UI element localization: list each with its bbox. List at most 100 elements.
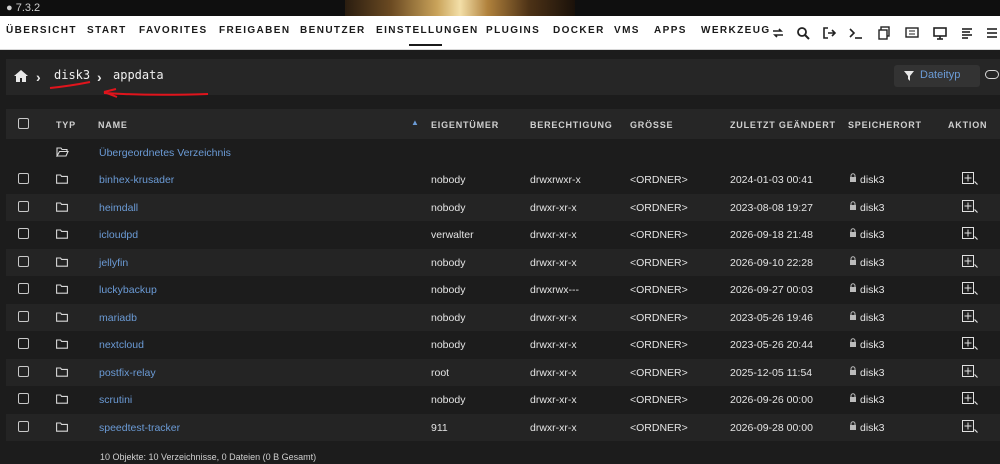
owner-cell: nobody bbox=[431, 174, 466, 186]
parent-directory-row[interactable]: Übergeordnetes Verzeichnis bbox=[6, 139, 1000, 166]
table-row[interactable]: jellyfin nobody drwxr-xr-x <ORDNER> 2026-09-… bbox=[6, 249, 1000, 276]
row-checkbox[interactable] bbox=[18, 201, 29, 212]
nav-item-start[interactable]: START bbox=[87, 25, 127, 36]
folder-icon bbox=[56, 422, 68, 432]
folder-name-link[interactable]: postfix-relay bbox=[99, 367, 156, 379]
log-icon[interactable] bbox=[959, 25, 975, 41]
nav-item-benutzer[interactable]: BENUTZER bbox=[300, 25, 366, 36]
col-owner[interactable]: EIGENTÜMER bbox=[431, 120, 499, 130]
folder-name-link[interactable]: icloudpd bbox=[99, 229, 138, 241]
col-location[interactable]: SPEICHERORT bbox=[848, 120, 922, 130]
folder-name-link[interactable]: binhex-krusader bbox=[99, 174, 174, 186]
action-menu-icon[interactable] bbox=[962, 282, 978, 296]
col-name[interactable]: NAME bbox=[98, 120, 128, 130]
table-row[interactable]: nextcloud nobody drwxr-xr-x <ORDNER> 2023-05… bbox=[6, 331, 1000, 358]
logout-icon[interactable] bbox=[821, 25, 837, 41]
breadcrumb-item-appdata[interactable]: appdata bbox=[113, 68, 164, 82]
folder-name-link[interactable]: mariadb bbox=[99, 312, 137, 324]
location-cell: disk3 bbox=[860, 229, 885, 241]
copy-icon[interactable] bbox=[876, 25, 892, 41]
nav-item-werkzeug[interactable]: WERKZEUG bbox=[701, 25, 771, 36]
action-menu-icon[interactable] bbox=[962, 337, 978, 351]
action-menu-icon[interactable] bbox=[962, 310, 978, 324]
sort-asc-icon[interactable]: ▲ bbox=[411, 118, 420, 127]
folder-name-link[interactable]: scrutini bbox=[99, 394, 132, 406]
terminal-icon[interactable] bbox=[848, 25, 864, 41]
table-row[interactable]: binhex-krusader nobody drwxrwxr-x <ORDNER> 2… bbox=[6, 166, 1000, 193]
folder-name-link[interactable]: speedtest-tracker bbox=[99, 422, 180, 434]
more-icon[interactable] bbox=[984, 25, 1000, 41]
size-cell: <ORDNER> bbox=[630, 394, 688, 406]
row-checkbox[interactable] bbox=[18, 366, 29, 377]
modified-cell: 2023-05-26 20:44 bbox=[730, 339, 813, 351]
row-checkbox[interactable] bbox=[18, 338, 29, 349]
refresh-icon[interactable] bbox=[770, 25, 786, 41]
row-checkbox[interactable] bbox=[18, 393, 29, 404]
table-row[interactable]: scrutini nobody drwxr-xr-x <ORDNER> 2026-09-… bbox=[6, 386, 1000, 413]
filter-label: Dateityp bbox=[920, 69, 961, 81]
table-row[interactable]: mariadb nobody drwxr-xr-x <ORDNER> 2023-05-2… bbox=[6, 304, 1000, 331]
action-menu-icon[interactable] bbox=[962, 200, 978, 214]
version-strip: ● 7.3.2 bbox=[0, 0, 1000, 16]
owner-cell: nobody bbox=[431, 284, 466, 296]
table-row[interactable]: speedtest-tracker 911 drwxr-xr-x <ORDNER> 20… bbox=[6, 414, 1000, 441]
row-checkbox[interactable] bbox=[18, 228, 29, 239]
view-toggle-icon[interactable] bbox=[985, 70, 999, 79]
table-row[interactable]: heimdall nobody drwxr-xr-x <ORDNER> 2023-08-… bbox=[6, 194, 1000, 221]
parent-directory-link[interactable]: Übergeordnetes Verzeichnis bbox=[99, 147, 231, 159]
col-type[interactable]: TYP bbox=[56, 120, 76, 130]
row-checkbox[interactable] bbox=[18, 311, 29, 322]
home-icon[interactable] bbox=[13, 69, 29, 83]
location-cell: disk3 bbox=[860, 367, 885, 379]
row-checkbox[interactable] bbox=[18, 173, 29, 184]
nav-item-einstellungen[interactable]: EINSTELLUNGEN bbox=[376, 25, 479, 36]
lock-icon bbox=[850, 366, 856, 375]
nav-item-uebersicht[interactable]: ÜBERSICHT bbox=[6, 25, 77, 36]
filetype-filter-button[interactable]: Dateityp bbox=[894, 65, 980, 87]
modified-cell: 2024-01-03 00:41 bbox=[730, 174, 813, 186]
row-checkbox[interactable] bbox=[18, 256, 29, 267]
folder-name-link[interactable]: nextcloud bbox=[99, 339, 144, 351]
nav-item-vms[interactable]: VMS bbox=[614, 25, 640, 36]
col-size[interactable]: GRÖSSE bbox=[630, 120, 673, 130]
action-menu-icon[interactable] bbox=[962, 420, 978, 434]
action-menu-icon[interactable] bbox=[962, 392, 978, 406]
action-menu-icon[interactable] bbox=[962, 227, 978, 241]
summary-footer: 10 Objekte: 10 Verzeichnisse, 0 Dateien … bbox=[100, 452, 317, 462]
table-row[interactable]: luckybackup nobody drwxrwx--- <ORDNER> 2026-… bbox=[6, 276, 1000, 303]
folder-name-link[interactable]: heimdall bbox=[99, 202, 138, 214]
folder-name-link[interactable]: luckybackup bbox=[99, 284, 157, 296]
owner-cell: 911 bbox=[431, 422, 448, 434]
action-menu-icon[interactable] bbox=[962, 172, 978, 186]
breadcrumb-item-disk3[interactable]: disk3 bbox=[54, 68, 90, 82]
search-icon[interactable] bbox=[795, 25, 811, 41]
size-cell: <ORDNER> bbox=[630, 257, 688, 269]
breadcrumb-separator-icon: › bbox=[36, 69, 41, 85]
nav-item-freigaben[interactable]: FREIGABEN bbox=[219, 25, 291, 36]
size-cell: <ORDNER> bbox=[630, 312, 688, 324]
action-menu-icon[interactable] bbox=[962, 365, 978, 379]
select-all-checkbox[interactable] bbox=[18, 118, 29, 129]
table-row[interactable]: icloudpd verwalter drwxr-xr-x <ORDNER> 2026-… bbox=[6, 221, 1000, 248]
size-cell: <ORDNER> bbox=[630, 367, 688, 379]
row-checkbox[interactable] bbox=[18, 283, 29, 294]
col-modified[interactable]: ZULETZT GEÄNDERT bbox=[730, 120, 836, 130]
nav-item-favorites[interactable]: FAVORITES bbox=[139, 25, 208, 36]
nav-item-apps[interactable]: APPS bbox=[654, 25, 687, 36]
lock-icon bbox=[850, 311, 856, 320]
nav-item-plugins[interactable]: PLUGINS bbox=[486, 25, 540, 36]
permission-cell: drwxr-xr-x bbox=[530, 257, 577, 269]
folder-name-link[interactable]: jellyfin bbox=[99, 257, 128, 269]
nav-item-docker[interactable]: DOCKER bbox=[553, 25, 605, 36]
location-cell: disk3 bbox=[860, 312, 885, 324]
display-icon[interactable] bbox=[932, 25, 948, 41]
row-checkbox[interactable] bbox=[18, 421, 29, 432]
feedback-icon[interactable] bbox=[904, 25, 920, 41]
folder-icon bbox=[56, 202, 68, 212]
permission-cell: drwxr-xr-x bbox=[530, 394, 577, 406]
version-label: ● 7.3.2 bbox=[6, 2, 41, 14]
table-row[interactable]: postfix-relay root drwxr-xr-x <ORDNER> 2025-… bbox=[6, 359, 1000, 386]
lock-icon bbox=[850, 338, 856, 347]
col-permission[interactable]: BERECHTIGUNG bbox=[530, 120, 613, 130]
action-menu-icon[interactable] bbox=[962, 255, 978, 269]
